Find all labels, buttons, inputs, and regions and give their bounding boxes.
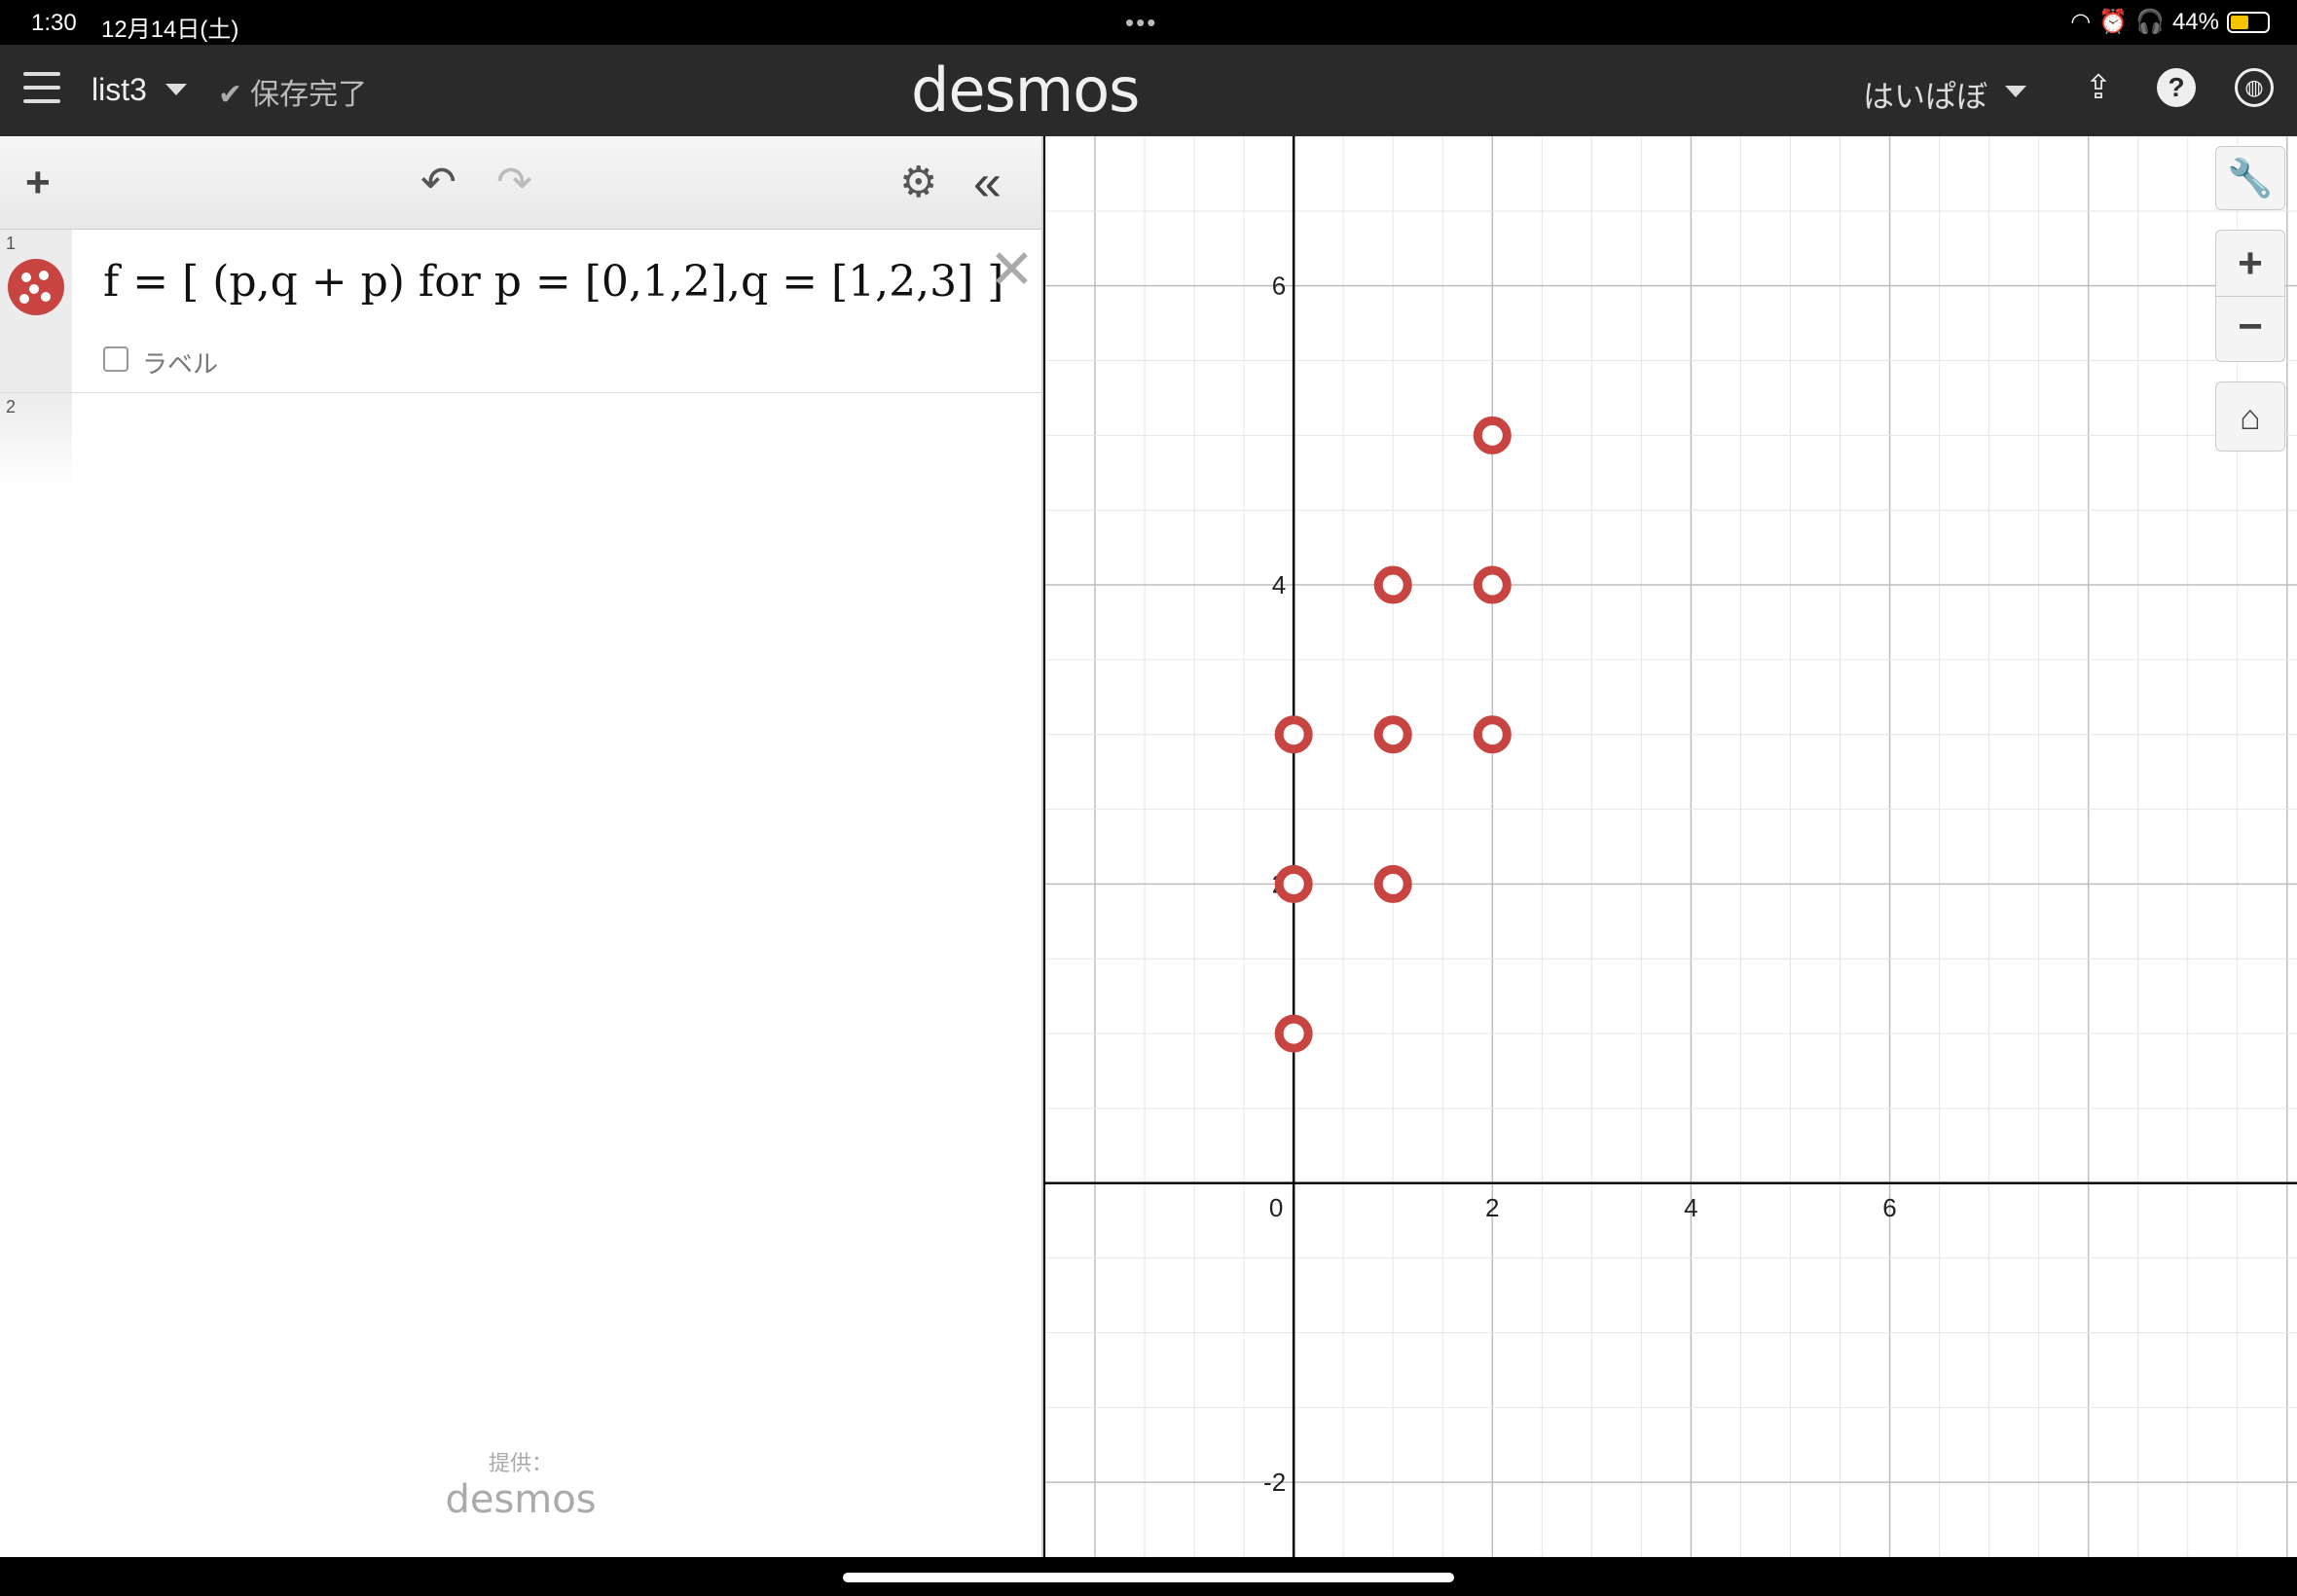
- delete-expression-icon[interactable]: ✕: [989, 237, 1035, 302]
- label-checkbox[interactable]: [103, 346, 128, 372]
- multitasking-dots-icon[interactable]: •••: [1125, 8, 1157, 38]
- status-date: 12月14日(土): [101, 17, 239, 43]
- zoom-in-button[interactable]: +: [2216, 231, 2284, 297]
- y-tick-label: 4: [1272, 570, 1286, 599]
- x-tick-label: 0: [1269, 1193, 1283, 1222]
- battery-icon: [2227, 11, 2270, 33]
- expression-row[interactable]: 1 f = [ (p,q + p) for p = [0,1,2],q = [1…: [0, 230, 1041, 393]
- graph-paper[interactable]: 0246-2246: [1045, 136, 2297, 1557]
- save-status-text: 保存完了: [250, 79, 368, 111]
- default-viewport-home-icon[interactable]: ⌂: [2215, 381, 2285, 452]
- expression-row-empty[interactable]: 2: [0, 393, 1041, 490]
- user-dropdown-caret-icon[interactable]: [2005, 86, 2026, 97]
- graph-canvas[interactable]: 0246-2246: [1045, 136, 2297, 1557]
- hamburger-menu-icon[interactable]: [23, 72, 60, 103]
- y-tick-label: 6: [1272, 272, 1286, 301]
- status-bar: 1:30 12月14日(土) ••• ◠ ⏰ 🎧 44%: [0, 0, 2297, 45]
- zoom-controls: + −: [2215, 230, 2285, 362]
- undo-button[interactable]: ↶: [420, 156, 456, 210]
- data-point: [1473, 565, 1512, 604]
- y-tick-label: -2: [1263, 1468, 1286, 1497]
- home-indicator[interactable]: [843, 1573, 1454, 1582]
- data-point: [1274, 864, 1313, 903]
- expression-panel: + ↶ ↷ ⚙ « 1 f = [ (p,q + p) for p = [0,1…: [0, 136, 1043, 1557]
- expression-number: 2: [6, 397, 17, 417]
- graph-settings-wrench-icon[interactable]: 🔧: [2215, 146, 2285, 210]
- zoom-out-button[interactable]: −: [2216, 297, 2284, 361]
- alarm-icon: ⏰: [2098, 9, 2129, 35]
- globe-icon[interactable]: ◍: [2235, 68, 2274, 107]
- graph-title[interactable]: list3: [91, 72, 147, 108]
- collapse-panel-button[interactable]: «: [973, 156, 1002, 210]
- share-icon[interactable]: ⇪: [2079, 68, 2118, 107]
- settings-gear-icon[interactable]: ⚙: [899, 156, 937, 210]
- x-tick-label: 6: [1882, 1193, 1896, 1222]
- expression-math[interactable]: f = [ (p,q + p) for p = [0,1,2],q = [1,2…: [103, 257, 1003, 307]
- user-name[interactable]: はいぱぼ: [1863, 72, 1987, 117]
- expression-toolbar: + ↶ ↷ ⚙ «: [0, 136, 1041, 230]
- data-point: [1274, 715, 1313, 754]
- checkmark-icon: ✔: [218, 79, 243, 111]
- data-point: [1373, 565, 1412, 604]
- battery-percent: 44%: [2171, 8, 2219, 35]
- help-icon[interactable]: ?: [2157, 68, 2196, 107]
- data-point: [1373, 864, 1412, 903]
- headphones-icon: 🎧: [2135, 9, 2165, 35]
- desmos-logo: desmos: [911, 54, 1140, 126]
- provided-by-text: 提供：: [488, 1451, 553, 1475]
- save-status: ✔ 保存完了: [218, 70, 367, 113]
- status-time: 1:30: [31, 10, 77, 36]
- footer-desmos-logo[interactable]: desmos: [0, 1477, 1041, 1522]
- label-checkbox-text: ラベル: [142, 349, 219, 379]
- point-style-icon[interactable]: [8, 259, 64, 315]
- x-tick-label: 4: [1684, 1193, 1697, 1222]
- title-dropdown-caret-icon[interactable]: [165, 84, 187, 95]
- powered-by-footer: 提供： desmos: [0, 1440, 1041, 1557]
- add-expression-button[interactable]: +: [25, 156, 51, 210]
- data-point: [1473, 416, 1512, 454]
- redo-button[interactable]: ↷: [496, 156, 532, 210]
- data-point: [1373, 715, 1412, 754]
- data-point: [1473, 715, 1512, 754]
- wifi-icon: ◠: [2070, 9, 2092, 35]
- data-point: [1274, 1014, 1313, 1053]
- x-tick-label: 2: [1485, 1193, 1499, 1222]
- home-indicator-bar: [0, 1557, 2297, 1596]
- app-header: list3 ✔ 保存完了 desmos はいぱぼ ⇪ ? ◍: [0, 45, 2297, 136]
- expression-number: 1: [6, 234, 17, 253]
